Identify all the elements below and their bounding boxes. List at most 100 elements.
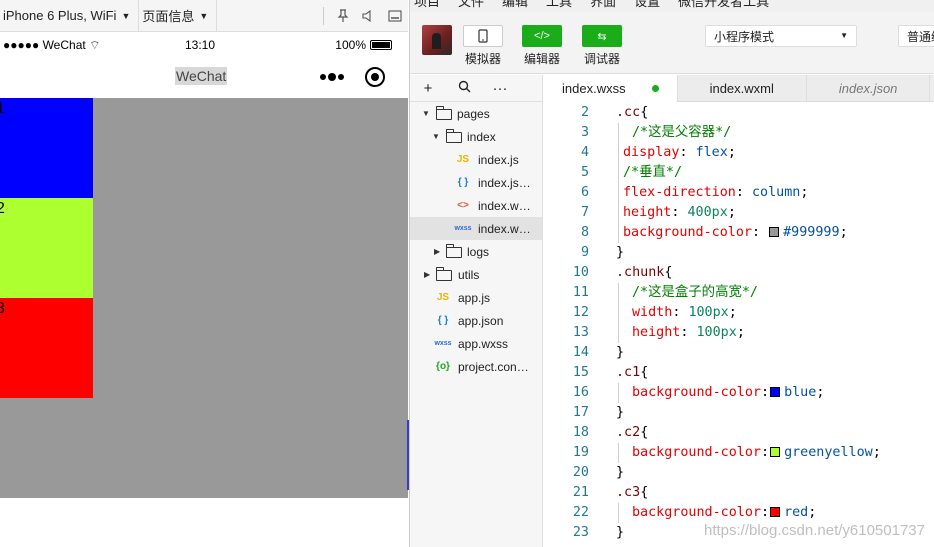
code-line[interactable]: 3 /*这是父容器*/ [544, 123, 934, 143]
menu-item[interactable]: 编辑 [502, 0, 528, 10]
mode-select-label: 小程序模式 [714, 29, 775, 44]
code-token: : [735, 185, 752, 200]
tree-item-label: app.wxss [458, 336, 509, 351]
line-number: 21 [572, 485, 589, 500]
editor-label: 编辑器 [523, 52, 560, 66]
volume-icon[interactable] [359, 6, 379, 26]
indent-guide [618, 123, 619, 143]
line-number: 4 [580, 145, 589, 160]
code-text: } [616, 463, 624, 483]
tree-item-label: index.js [478, 152, 519, 167]
tab-index-json[interactable]: index.json [807, 75, 931, 102]
code-line[interactable]: 21 .c3{ [544, 483, 934, 503]
tree-item-cfg[interactable]: {o} project.con… [410, 355, 542, 378]
tab-index-wxml[interactable]: index.wxml [678, 75, 807, 102]
wxml-file-icon: <> [457, 200, 469, 211]
chevron-down-icon[interactable]: ▼ [422, 109, 430, 118]
search-icon[interactable] [446, 80, 482, 97]
minimize-icon[interactable] [385, 6, 405, 26]
code-line[interactable]: 20} [544, 463, 934, 483]
code-line[interactable]: 18 .c2{ [544, 423, 934, 443]
page-info-select[interactable]: 页面信息 ▼ [139, 0, 218, 32]
code-line[interactable]: 9} [544, 243, 934, 263]
indent-guide [618, 163, 619, 183]
code-line[interactable]: 19 background-color: greenyellow; [544, 443, 934, 463]
code-line[interactable]: 6 flex-direction: column; [544, 183, 934, 203]
code-line[interactable]: 4 display: flex; [544, 143, 934, 163]
code-line[interactable]: 16 background-color: blue; [544, 383, 934, 403]
color-swatch-icon[interactable] [770, 387, 781, 397]
tree-item-folder[interactable]: ▶ logs [410, 240, 542, 263]
indent-guide [618, 203, 619, 223]
chevron-right-icon[interactable]: ▶ [434, 247, 440, 256]
code-token: /*这是父容器*/ [632, 125, 732, 140]
tab-index-wxss[interactable]: index.wxss [544, 75, 678, 102]
menu-item[interactable]: 微信开发者工具 [678, 0, 769, 10]
tree-item-folder[interactable]: ▼ index [410, 125, 542, 148]
json-file-icon: { } [457, 177, 469, 188]
chevron-down-icon: ▼ [121, 10, 131, 21]
tree-item-folder[interactable]: ▼ pages [410, 102, 542, 125]
indent-guide [618, 143, 619, 163]
tree-item-folder[interactable]: ▶ utils [410, 263, 542, 286]
code-token: .cc [616, 105, 641, 120]
close-capsule-icon[interactable] [365, 67, 385, 87]
code-line[interactable]: 14} [544, 343, 934, 363]
menu-item[interactable]: 界面 [590, 0, 616, 10]
code-text: /*这是盒子的高宽*/ [632, 283, 758, 303]
folder-open-icon [436, 106, 452, 120]
compile-select[interactable]: 普通编译 [898, 25, 934, 47]
code-line[interactable]: 13 height: 100px; [544, 323, 934, 343]
device-select[interactable]: iPhone 6 Plus, WiFi ▼ [0, 0, 140, 32]
code-token: 100px [696, 325, 737, 340]
battery-icon [370, 40, 392, 50]
tree-item-label: app.json [458, 313, 504, 328]
pin-icon[interactable] [333, 6, 353, 26]
chevron-down-icon[interactable]: ▼ [432, 132, 440, 141]
avatar[interactable] [422, 25, 452, 55]
menu-item[interactable]: 项目 [414, 0, 440, 10]
code-line[interactable]: 5 /*垂直*/ [544, 163, 934, 183]
menu-item[interactable]: 工具 [546, 0, 572, 10]
code-area[interactable]: 2 .cc{3/*这是父容器*/4 display: flex; 5/*垂直*/6 fl… [544, 103, 934, 547]
code-line[interactable]: 11 /*这是盒子的高宽*/ [544, 283, 934, 303]
simulator-toggle-button[interactable]: 模拟器 [462, 25, 504, 67]
tree-item-json[interactable]: { } app.json [410, 309, 542, 332]
code-line[interactable]: 2 .cc{ [544, 103, 934, 123]
code-token: } [616, 465, 625, 480]
more-icon[interactable] [320, 69, 344, 85]
color-swatch-icon[interactable] [770, 507, 781, 517]
code-line[interactable]: 10 .chunk{ [544, 263, 934, 283]
menu-item[interactable]: 文件 [458, 0, 484, 10]
add-icon[interactable]: + [410, 80, 446, 97]
tree-item-js[interactable]: JS app.js [410, 286, 542, 309]
tree-item-json[interactable]: { } index.js… [410, 171, 542, 194]
color-swatch-icon[interactable] [770, 447, 781, 457]
menu-item[interactable]: 设置 [634, 0, 660, 10]
code-line[interactable]: 22 background-color: red; [544, 503, 934, 523]
chevron-right-icon[interactable]: ▶ [424, 270, 430, 279]
code-line[interactable]: 8 background-color: #999999; [544, 223, 934, 243]
code-line[interactable]: 15 .c1{ [544, 363, 934, 383]
code-token: : [752, 225, 769, 240]
code-line[interactable]: 7 height: 400px; [544, 203, 934, 223]
code-token: ; [816, 385, 825, 400]
code-token: .c3 [616, 485, 641, 500]
mode-select[interactable]: 小程序模式 ▼ [705, 25, 857, 47]
code-token: } [616, 525, 625, 540]
editor-toggle-button[interactable]: </> 编辑器 [521, 25, 563, 67]
code-line[interactable]: 12 width: 100px; [544, 303, 934, 323]
color-swatch-icon[interactable] [769, 227, 780, 237]
tab-label: index.wxml [709, 81, 774, 96]
more-icon[interactable]: ··· [482, 80, 518, 97]
code-line[interactable]: 17} [544, 403, 934, 423]
simulator-toolbar: iPhone 6 Plus, WiFi ▼ 页面信息 ▼ [0, 0, 408, 32]
tree-item-wxss[interactable]: wxss app.wxss [410, 332, 542, 355]
tree-item-wxml[interactable]: <> index.w… [410, 194, 542, 217]
tree-item-wxss[interactable]: wxss index.w… [410, 217, 542, 240]
cc-container: 1 2 3 [0, 98, 408, 498]
watermark: https://blog.csdn.net/y610501737 [703, 522, 925, 539]
debugger-toggle-button[interactable]: ⇆ 调试器 [581, 25, 623, 67]
tree-item-js[interactable]: JS index.js [410, 148, 542, 171]
line-number: 18 [572, 425, 589, 440]
